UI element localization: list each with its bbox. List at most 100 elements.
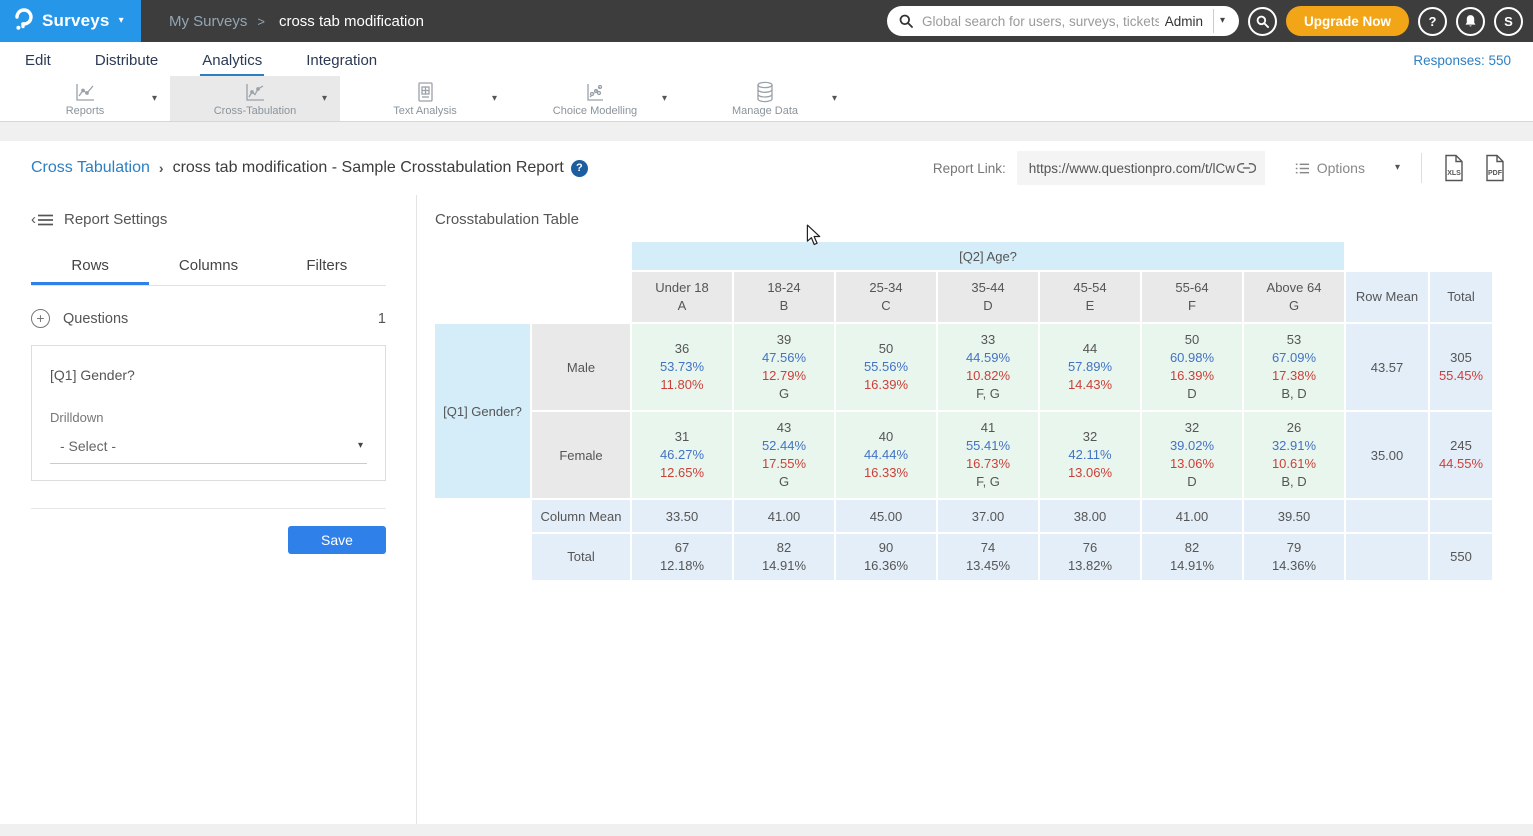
question-label: [Q1] Gender? xyxy=(50,367,367,383)
caret-down-icon[interactable]: ▾ xyxy=(1395,163,1400,173)
survey-nav: Edit Distribute Analytics Integration Re… xyxy=(0,42,1533,76)
caret-down-icon[interactable]: ▾ xyxy=(322,94,327,104)
column-header-cell: 25-34C xyxy=(836,272,936,322)
total-cell: 7413.45% xyxy=(938,534,1038,580)
column-mean-cell: 37.00 xyxy=(938,500,1038,532)
export-xls-button[interactable]: XLS xyxy=(1441,154,1466,182)
drilldown-value: - Select - xyxy=(60,438,116,454)
caret-down-icon[interactable]: ▾ xyxy=(492,94,497,104)
column-mean-cell: 41.00 xyxy=(1142,500,1242,532)
save-button[interactable]: Save xyxy=(288,526,386,554)
data-row: [Q1] Gender?Male3653.73%11.80%3947.56%12… xyxy=(435,324,1492,410)
report-link-input[interactable] xyxy=(1027,160,1237,177)
crosstab-body: [Q2] Age?Under 18A18-24B25-34C35-44D45-5… xyxy=(435,242,1492,580)
settings-tabs: Rows Columns Filters xyxy=(31,247,386,286)
tool-choice-modelling[interactable]: Choice Modelling ▾ xyxy=(510,76,680,121)
nav-integration[interactable]: Integration xyxy=(304,47,379,76)
column-mean-cell: 33.50 xyxy=(632,500,732,532)
tool-reports[interactable]: Reports ▾ xyxy=(0,76,170,121)
column-mean-cell: 38.00 xyxy=(1040,500,1140,532)
breadcrumb-my-surveys[interactable]: My Surveys xyxy=(169,13,247,30)
column-header-cell: Above 64G xyxy=(1244,272,1344,322)
column-header-cell: 55-64F xyxy=(1142,272,1242,322)
spacer-cell xyxy=(435,500,530,532)
drilldown-select[interactable]: - Select - ▾ xyxy=(50,428,367,464)
page-gap xyxy=(0,122,1533,141)
list-icon xyxy=(1295,162,1310,175)
tab-columns[interactable]: Columns xyxy=(149,247,267,285)
total-cell: 7914.36% xyxy=(1244,534,1344,580)
report-settings-panel: ‹ Report Settings Rows Columns Filters +… xyxy=(0,195,417,824)
column-header-cell: 18-24B xyxy=(734,272,834,322)
tool-label: Text Analysis xyxy=(393,105,457,117)
data-cell: 3947.56%12.79%G xyxy=(734,324,834,410)
questions-row: + Questions 1 xyxy=(31,309,386,328)
caret-down-icon[interactable]: ▾ xyxy=(662,94,667,104)
document-grid-icon xyxy=(413,80,437,104)
total-cell: 6712.18% xyxy=(632,534,732,580)
product-switcher[interactable]: Surveys ▾ xyxy=(0,0,141,42)
tool-label: Manage Data xyxy=(732,105,798,117)
divider xyxy=(1421,153,1422,183)
nav-analytics[interactable]: Analytics xyxy=(200,47,264,76)
column-mean-row: Column Mean33.5041.0045.0037.0038.0041.0… xyxy=(435,500,1492,532)
spacer-cell xyxy=(435,534,530,580)
tab-rows[interactable]: Rows xyxy=(31,247,149,285)
row-total-cell: 30555.45% xyxy=(1430,324,1492,410)
options-label: Options xyxy=(1317,160,1365,176)
search-icon xyxy=(899,14,913,28)
drilldown-label: Drilldown xyxy=(50,410,367,425)
breadcrumb-separator: › xyxy=(159,160,164,176)
report-link-box xyxy=(1017,151,1265,185)
empty-cell xyxy=(1346,500,1428,532)
total-cell: 9016.36% xyxy=(836,534,936,580)
nav-distribute[interactable]: Distribute xyxy=(93,47,160,76)
collapse-panel-icon[interactable]: ‹ xyxy=(31,212,53,227)
row-label-cell: Female xyxy=(532,412,630,498)
data-cell: 3239.02%13.06%D xyxy=(1142,412,1242,498)
link-icon[interactable] xyxy=(1237,162,1256,174)
total-header: Total xyxy=(1430,272,1492,322)
data-cell: 5060.98%16.39%D xyxy=(1142,324,1242,410)
report-link-label: Report Link: xyxy=(933,161,1006,176)
avatar-letter: S xyxy=(1504,14,1513,29)
total-cell: 8214.91% xyxy=(1142,534,1242,580)
top-bar-actions: Admin ▾ Upgrade Now ? S xyxy=(887,0,1533,42)
xls-label: XLS xyxy=(1447,170,1461,177)
tool-cross-tabulation[interactable]: Cross-Tabulation ▾ xyxy=(170,76,340,121)
tool-manage-data[interactable]: Manage Data ▾ xyxy=(680,76,850,121)
breadcrumb-cross-tabulation[interactable]: Cross Tabulation xyxy=(31,159,150,177)
responses-count: Responses: 550 xyxy=(1413,53,1511,76)
upgrade-now-button[interactable]: Upgrade Now xyxy=(1286,6,1409,36)
grand-total-cell: 550 xyxy=(1430,534,1492,580)
data-cell: 4457.89%14.43% xyxy=(1040,324,1140,410)
export-pdf-button[interactable]: PDF xyxy=(1482,154,1507,182)
caret-down-icon[interactable]: ▾ xyxy=(832,94,837,104)
avatar[interactable]: S xyxy=(1494,7,1523,36)
column-mean-label: Column Mean xyxy=(532,500,630,532)
notifications-button[interactable] xyxy=(1456,7,1485,36)
add-question-button[interactable]: + xyxy=(31,309,50,328)
caret-down-icon: ▾ xyxy=(358,441,363,451)
search-scope[interactable]: Admin xyxy=(1161,14,1213,29)
row-total-cell: 24544.55% xyxy=(1430,412,1492,498)
panel-title: Report Settings xyxy=(64,211,167,228)
spacer-cell xyxy=(435,272,630,322)
tool-text-analysis[interactable]: Text Analysis ▾ xyxy=(340,76,510,121)
crosstab-table: [Q2] Age?Under 18A18-24B25-34C35-44D45-5… xyxy=(433,240,1494,582)
tab-filters[interactable]: Filters xyxy=(268,247,386,285)
search-button[interactable] xyxy=(1248,7,1277,36)
totals-row: Total6712.18%8214.91%9016.36%7413.45%761… xyxy=(435,534,1492,580)
data-cell: 5055.56%16.39% xyxy=(836,324,936,410)
scatter-chart-icon xyxy=(583,80,607,104)
global-search-input[interactable] xyxy=(920,13,1161,30)
data-cell: 3146.27%12.65% xyxy=(632,412,732,498)
help-button[interactable]: ? xyxy=(1418,7,1447,36)
caret-down-icon[interactable]: ▾ xyxy=(1214,16,1231,26)
column-mean-cell: 39.50 xyxy=(1244,500,1344,532)
page-footer xyxy=(0,824,1533,836)
options-button[interactable]: Options xyxy=(1295,160,1365,176)
nav-edit[interactable]: Edit xyxy=(23,47,53,76)
help-icon[interactable]: ? xyxy=(571,160,588,177)
caret-down-icon[interactable]: ▾ xyxy=(152,94,157,104)
